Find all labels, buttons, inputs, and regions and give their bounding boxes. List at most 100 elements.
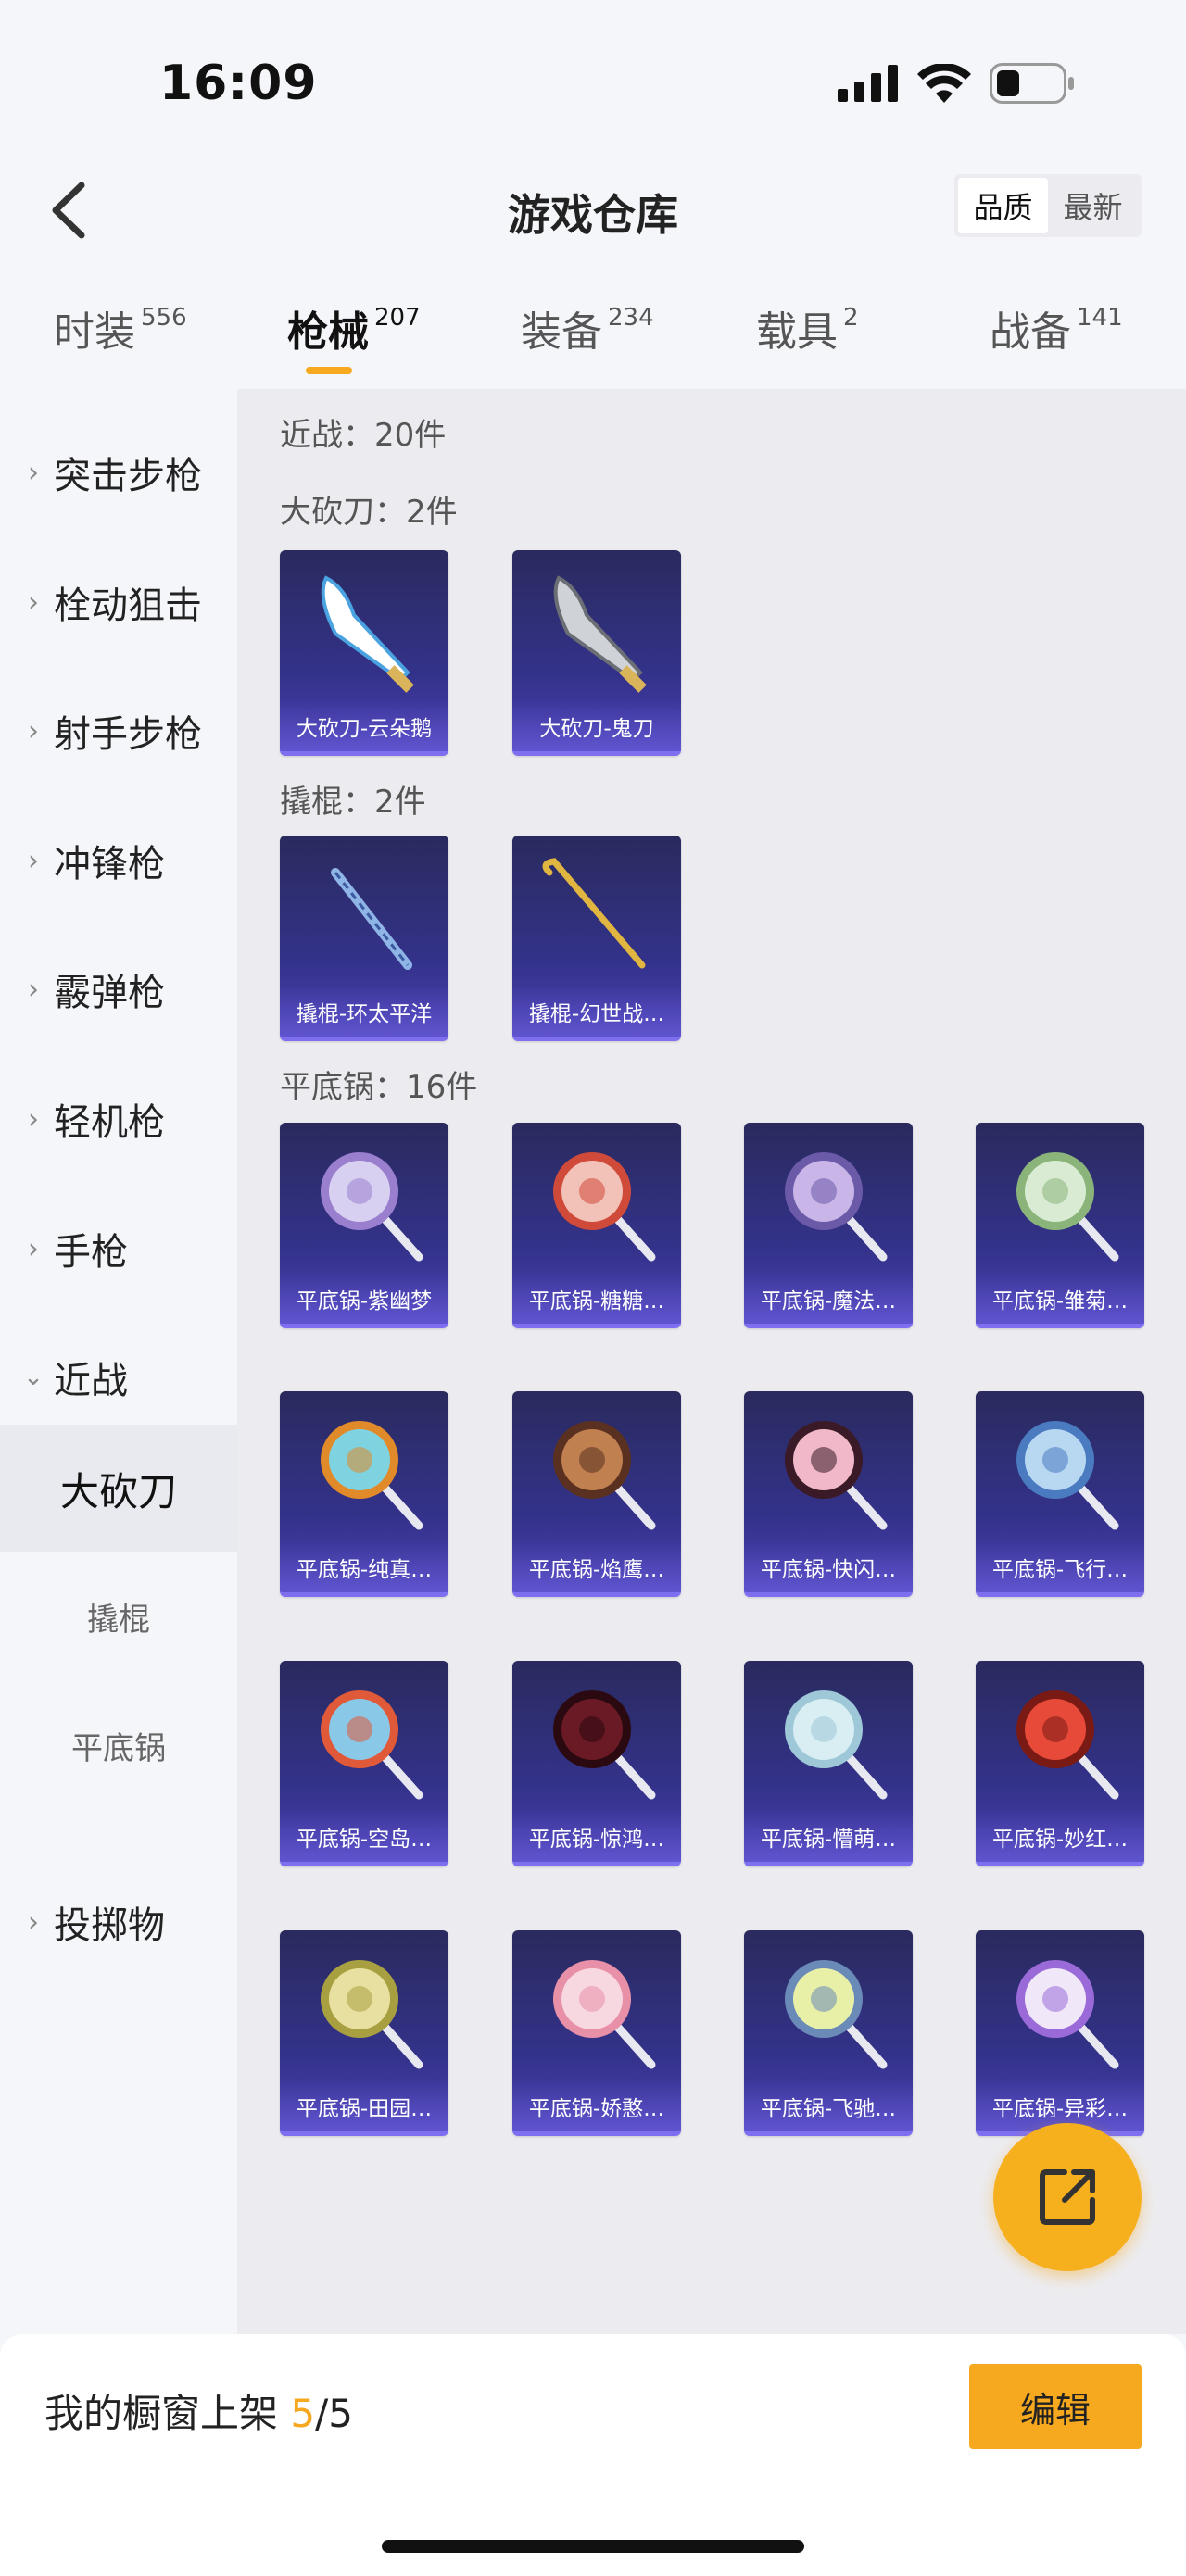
sidebar-item-melee[interactable]: ⌄ 近战	[0, 1331, 237, 1424]
section-title-machete: 大砍刀：2件	[280, 494, 458, 531]
sidebar-item-label: 近战	[54, 1360, 128, 1402]
active-tab-indicator	[306, 367, 352, 374]
sort-option-newest[interactable]: 最新	[1048, 178, 1138, 233]
item-card[interactable]: 平底锅-魔法…	[744, 1123, 913, 1328]
share-button[interactable]	[993, 2123, 1142, 2271]
tab-count: 234	[608, 304, 654, 332]
sidebar-item-assault-rifle[interactable]: › 突击步枪	[0, 426, 237, 519]
sidebar-item-shotgun[interactable]: › 霰弹枪	[0, 943, 237, 1036]
category-tabs: 时装 556 枪械 207 装备 234 载具 2 战备 141	[0, 298, 1186, 387]
item-name: 平底锅-懵萌…	[760, 1828, 897, 1852]
item-name: 平底锅-糖糖…	[528, 1289, 665, 1313]
sidebar-item-label: 投掷物	[54, 1904, 165, 1947]
item-name: 平底锅-田园…	[296, 2097, 433, 2121]
item-card[interactable]: 平底锅-娇憨…	[512, 1930, 681, 2136]
item-art-icon	[553, 1152, 656, 1262]
item-art-icon	[1016, 1421, 1119, 1530]
item-card[interactable]: 撬棍-幻世战…	[512, 836, 681, 1041]
sidebar-subitem-machete[interactable]: 大砍刀	[0, 1425, 237, 1552]
sort-option-quality[interactable]: 品质	[958, 178, 1048, 233]
item-art-icon	[1016, 1960, 1119, 2069]
item-name: 平底锅-惊鸿…	[528, 1828, 665, 1852]
tab-count: 141	[1077, 304, 1123, 332]
item-art-icon	[785, 1152, 888, 1262]
showcase-status: 我的橱窗上架 5/5	[44, 2382, 353, 2439]
home-indicator	[382, 2540, 804, 2553]
item-name: 大砍刀-鬼刀	[539, 717, 654, 741]
item-name: 平底锅-魔法…	[760, 1289, 897, 1313]
item-art-icon	[553, 1960, 656, 2069]
item-art-icon	[785, 1960, 888, 2069]
sidebar-item-label: 射手步枪	[54, 713, 202, 756]
section-title-pan: 平底锅：16件	[280, 1069, 478, 1106]
item-name: 平底锅-异彩…	[991, 2097, 1129, 2121]
item-name: 平底锅-妙红…	[991, 1828, 1129, 1852]
sidebar-item-bolt-sniper[interactable]: › 栓动狙击	[0, 556, 237, 648]
sort-toggle[interactable]: 品质 最新	[954, 174, 1142, 237]
item-card[interactable]: 平底锅-懵萌…	[744, 1661, 913, 1866]
item-art-icon	[321, 1960, 423, 2069]
item-art-icon	[785, 1421, 888, 1530]
battery-icon	[990, 63, 1074, 104]
chevron-right-icon: ›	[28, 585, 39, 619]
tab-fashion[interactable]: 时装 556	[54, 298, 187, 387]
sidebar-item-label: 轻机枪	[54, 1101, 165, 1144]
item-card[interactable]: 平底锅-田园…	[280, 1930, 448, 2136]
item-card[interactable]: 撬棍-环太平洋	[280, 836, 448, 1041]
item-card[interactable]: 平底锅-焰鹰…	[512, 1391, 681, 1597]
item-card[interactable]: 平底锅-纯真…	[280, 1391, 448, 1597]
item-name: 平底锅-雏菊…	[991, 1289, 1129, 1313]
item-name: 平底锅-飞行…	[991, 1558, 1129, 1582]
item-card[interactable]: 平底锅-飞行…	[976, 1391, 1144, 1597]
item-card[interactable]: 大砍刀-云朵鹅	[280, 550, 448, 756]
item-art-icon	[785, 1690, 888, 1800]
wifi-icon	[917, 64, 971, 103]
item-art-icon	[321, 575, 414, 693]
item-card[interactable]: 平底锅-异彩…	[976, 1930, 1144, 2136]
status-time: 16:09	[159, 56, 318, 111]
tab-gear[interactable]: 战备 141	[990, 298, 1123, 387]
tab-equipment[interactable]: 装备 234	[521, 298, 654, 387]
item-card[interactable]: 平底锅-紫幽梦	[280, 1123, 448, 1328]
item-card[interactable]: 平底锅-妙红…	[976, 1661, 1144, 1866]
sidebar-item-label: 突击步枪	[54, 455, 202, 497]
sidebar-item-label: 霰弹枪	[54, 972, 165, 1014]
tab-count: 207	[374, 304, 421, 332]
item-card[interactable]: 平底锅-空岛…	[280, 1661, 448, 1866]
item-art-icon	[553, 575, 647, 693]
item-name: 平底锅-飞驰…	[760, 2097, 897, 2121]
item-card[interactable]: 平底锅-糖糖…	[512, 1123, 681, 1328]
item-art-icon	[1016, 1152, 1119, 1262]
sidebar-subitem-crowbar[interactable]: 撬棍	[0, 1552, 237, 1680]
item-card[interactable]: 平底锅-惊鸿…	[512, 1661, 681, 1866]
item-card[interactable]: 大砍刀-鬼刀	[512, 550, 681, 756]
item-card[interactable]: 平底锅-飞驰…	[744, 1930, 913, 2136]
chevron-right-icon: ›	[28, 714, 39, 748]
chevron-right-icon: ›	[28, 1102, 39, 1136]
sidebar-item-smg[interactable]: › 冲锋枪	[0, 814, 237, 907]
chevron-right-icon: ›	[28, 973, 39, 1006]
tab-label: 载具	[756, 308, 838, 356]
sidebar-subitem-pan[interactable]: 平底锅	[0, 1681, 237, 1809]
sidebar-item-pistol[interactable]: › 手枪	[0, 1202, 237, 1295]
item-art-icon	[321, 1421, 423, 1530]
showcase-label: 我的橱窗上架	[44, 2391, 291, 2436]
section-title-crowbar: 撬棍：2件	[280, 784, 426, 821]
tab-count: 556	[141, 304, 187, 332]
item-name: 平底锅-焰鹰…	[528, 1558, 665, 1582]
tab-vehicles[interactable]: 载具 2	[756, 298, 859, 387]
chevron-right-icon: ›	[28, 456, 39, 489]
item-card[interactable]: 平底锅-雏菊…	[976, 1123, 1144, 1328]
item-name: 平底锅-紫幽梦	[296, 1289, 433, 1313]
signal-icon	[838, 65, 898, 102]
sidebar-item-lmg[interactable]: › 轻机枪	[0, 1073, 237, 1165]
item-name: 平底锅-纯真…	[296, 1558, 433, 1582]
showcase-used-count: 5	[290, 2391, 316, 2436]
item-card[interactable]: 平底锅-快闪…	[744, 1391, 913, 1597]
sidebar-item-marksman-rifle[interactable]: › 射手步枪	[0, 685, 237, 777]
item-art-icon	[1016, 1690, 1119, 1800]
edit-button[interactable]: 编辑	[969, 2364, 1142, 2449]
item-name: 平底锅-快闪…	[760, 1558, 897, 1582]
sidebar-item-throwables[interactable]: › 投掷物	[0, 1876, 237, 1968]
item-art-icon	[553, 1421, 656, 1530]
